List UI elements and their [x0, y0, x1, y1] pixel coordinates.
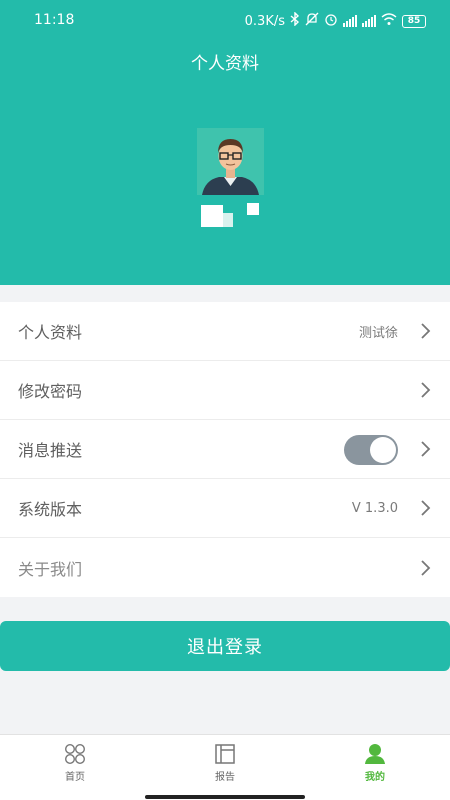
- bottom-tab-bar: 首页 报告 我的: [0, 734, 450, 800]
- report-icon: [215, 744, 235, 764]
- tab-label: 我的: [365, 772, 385, 783]
- chevron-right-icon: [421, 500, 431, 516]
- menu-item-label: 个人资料: [18, 323, 83, 342]
- avatar[interactable]: [197, 128, 264, 195]
- signal-hd-icon: [362, 15, 376, 27]
- wifi-icon: [381, 12, 397, 30]
- menu-item-push-notifications[interactable]: 消息推送: [0, 420, 450, 479]
- home-indicator[interactable]: [145, 795, 305, 799]
- alarm-icon: [324, 12, 338, 30]
- network-speed: 0.3K/s: [244, 13, 285, 29]
- bluetooth-icon: [290, 11, 300, 30]
- profile-icon: [365, 744, 385, 764]
- tab-label: 首页: [65, 772, 85, 783]
- signal-hd-icon: [343, 15, 357, 27]
- chevron-right-icon: [421, 441, 431, 457]
- toggle-knob: [370, 437, 396, 463]
- chevron-right-icon: [421, 323, 431, 339]
- menu-item-profile[interactable]: 个人资料 测试徐: [0, 302, 450, 361]
- menu-item-label: 修改密码: [18, 382, 83, 401]
- page-title: 个人资料: [191, 54, 259, 74]
- chevron-right-icon: [421, 382, 431, 398]
- chevron-right-icon: [421, 559, 431, 576]
- tab-mine[interactable]: 我的: [300, 735, 450, 800]
- mute-icon: [305, 12, 319, 30]
- settings-menu: 个人资料 测试徐 修改密码 消息推送 系统版本 V 1.3.0 关于我们: [0, 302, 450, 597]
- push-toggle[interactable]: [344, 435, 398, 465]
- home-grid-icon: [64, 743, 86, 765]
- menu-item-value: V 1.3.0: [351, 500, 398, 516]
- menu-item-label: 关于我们: [18, 559, 83, 579]
- menu-item-label: 系统版本: [18, 500, 83, 519]
- status-time: 11:18: [34, 12, 75, 28]
- menu-item-label: 消息推送: [18, 441, 83, 460]
- menu-item-system-version[interactable]: 系统版本 V 1.3.0: [0, 479, 450, 538]
- logout-button[interactable]: 退出登录: [0, 621, 450, 671]
- username-mosaic: [201, 203, 261, 229]
- tab-label: 报告: [215, 772, 235, 783]
- menu-item-about-us[interactable]: 关于我们: [0, 538, 450, 597]
- tab-home[interactable]: 首页: [0, 735, 150, 800]
- profile-header: 11:18 0.3K/s 85 个人资料: [0, 0, 450, 285]
- status-bar: 11:18 0.3K/s 85: [0, 0, 450, 40]
- battery-icon: 85: [402, 14, 426, 28]
- tab-report[interactable]: 报告: [150, 735, 300, 800]
- menu-item-change-password[interactable]: 修改密码: [0, 361, 450, 420]
- status-icons: 0.3K/s 85: [244, 11, 426, 30]
- menu-item-value: 测试徐: [358, 325, 398, 341]
